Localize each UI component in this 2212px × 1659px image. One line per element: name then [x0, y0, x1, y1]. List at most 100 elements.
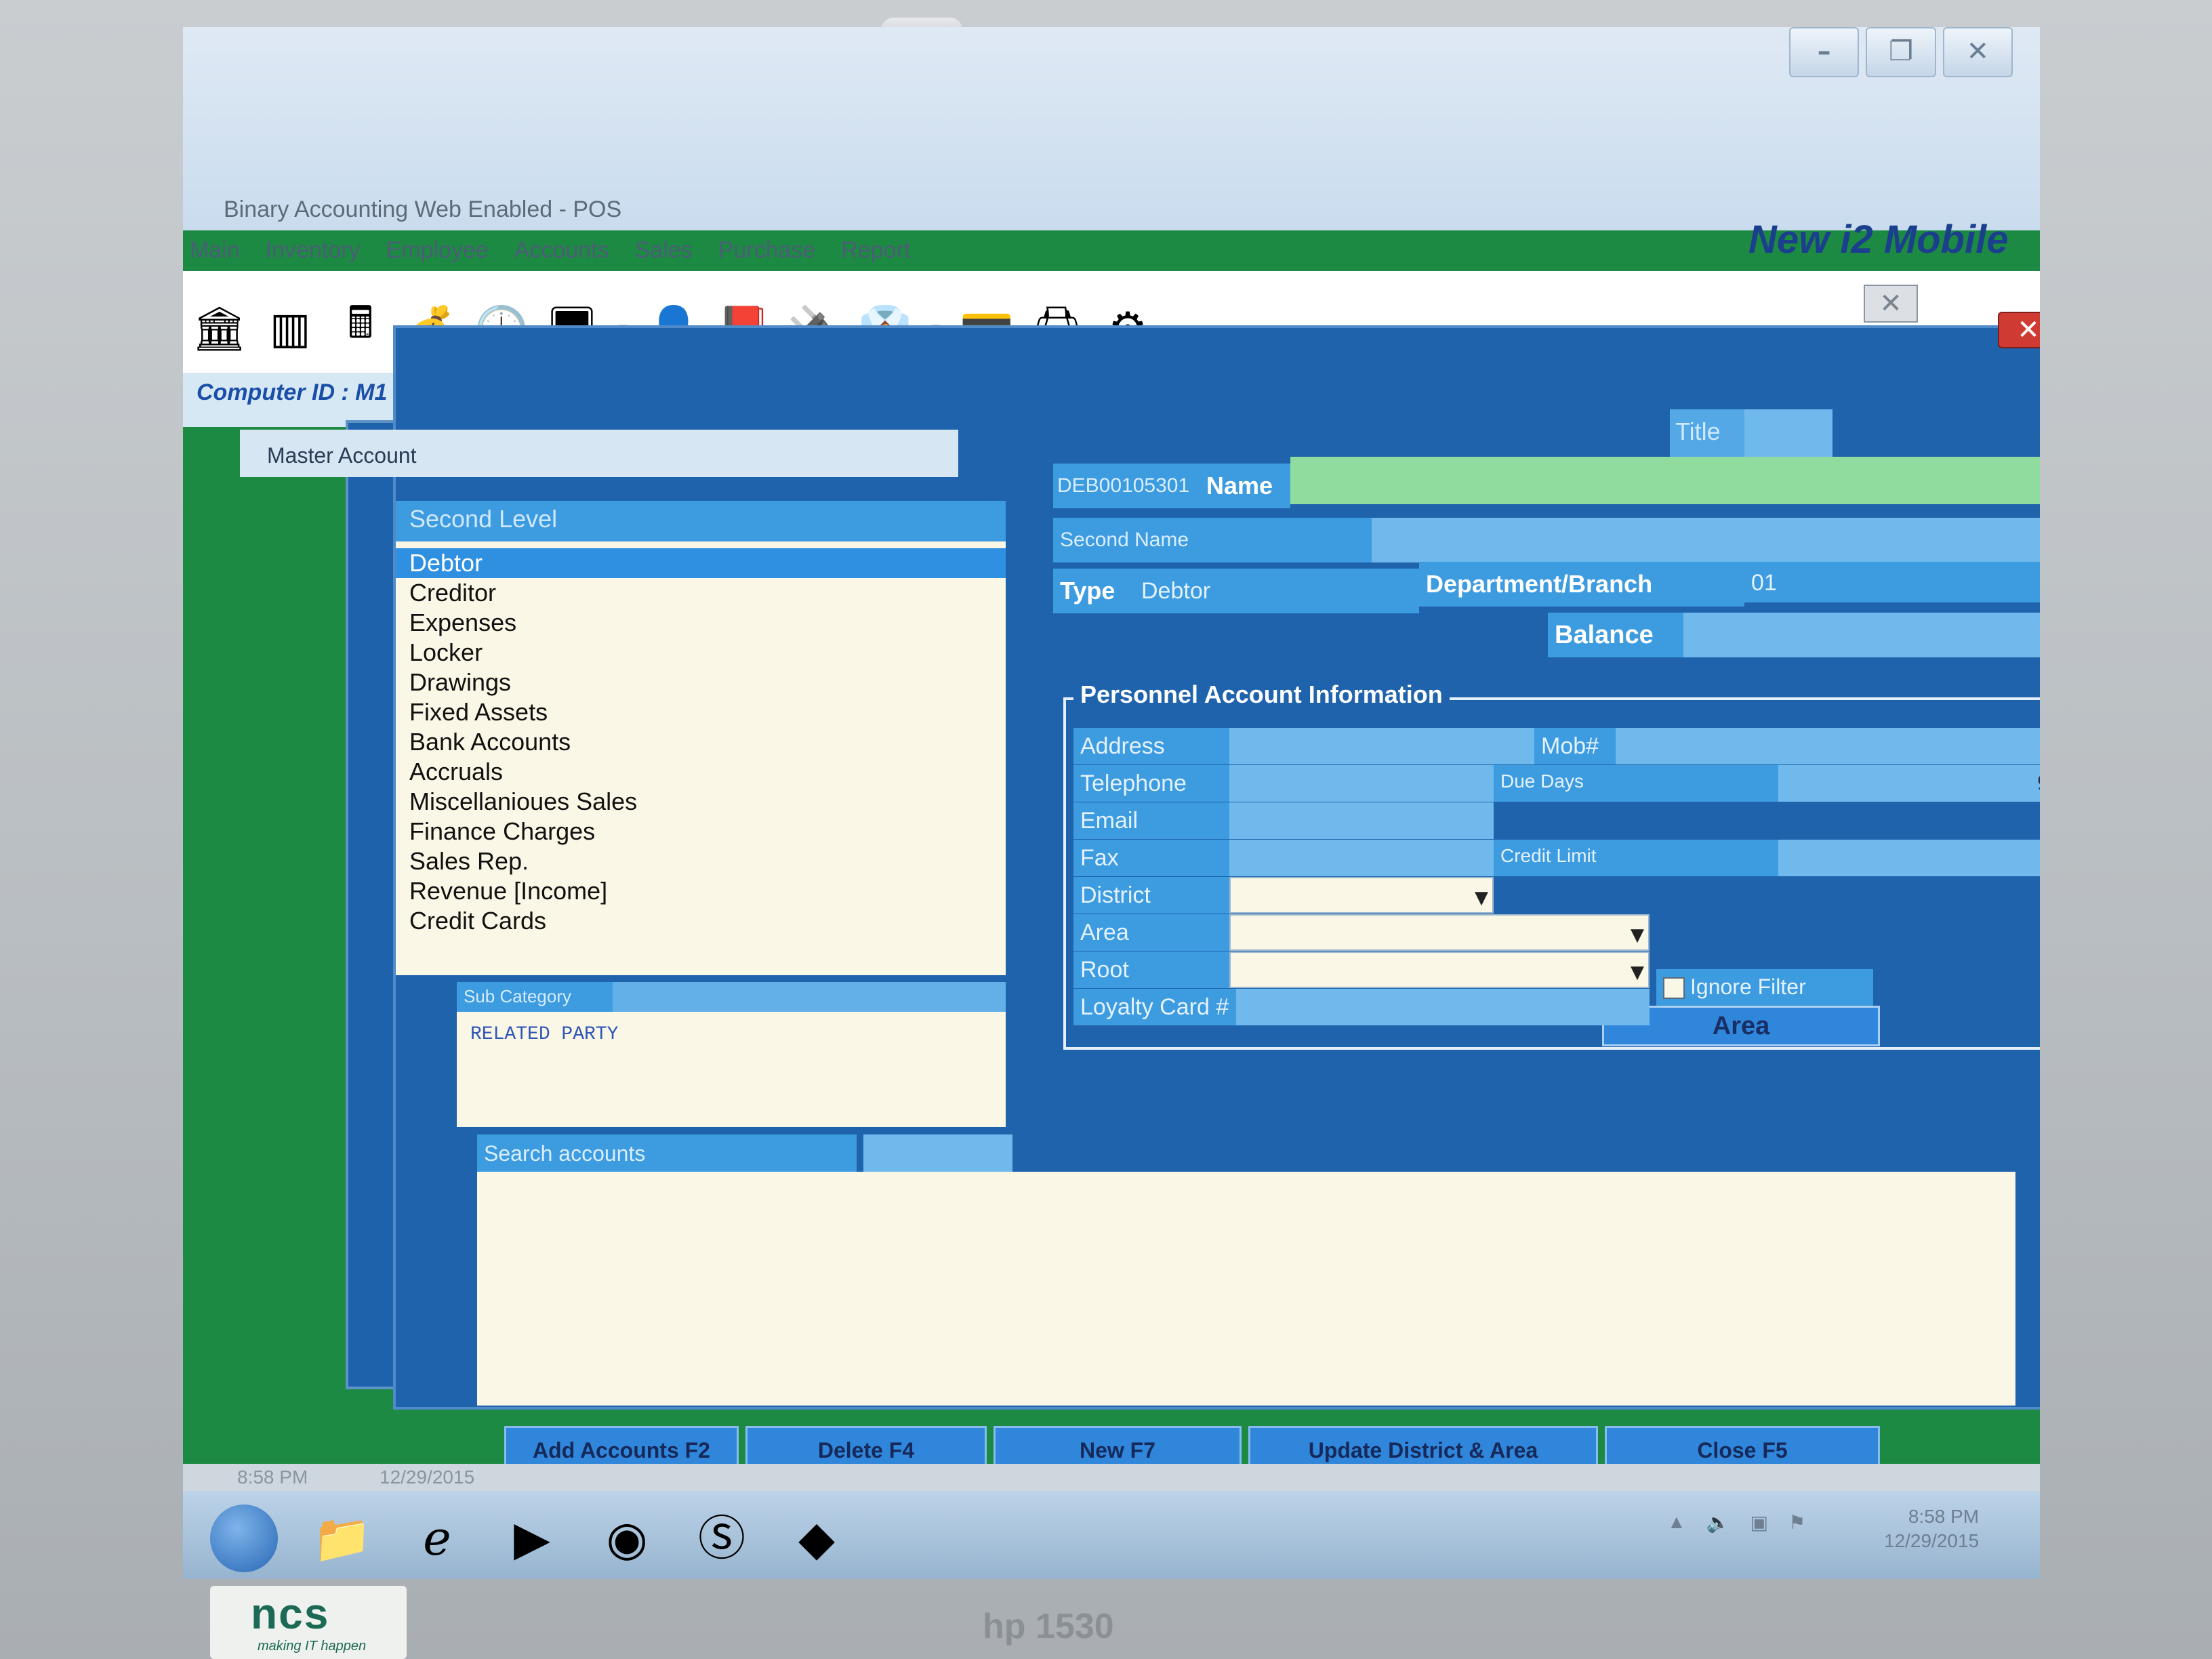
chevron-up-icon[interactable]: ▲: [1667, 1511, 1686, 1534]
search-input[interactable]: [863, 1134, 1012, 1172]
area-label: Area: [1073, 914, 1229, 951]
department-branch-field[interactable]: 01: [1744, 562, 2040, 602]
department-branch-label: Department/Branch: [1419, 562, 1744, 607]
root-label: Root: [1073, 951, 1229, 988]
list-item[interactable]: Expenses: [396, 608, 1006, 638]
telephone-field[interactable]: [1229, 765, 1494, 802]
area-dropdown[interactable]: ▼: [1229, 914, 1650, 951]
ignore-filter-label: Ignore Filter: [1656, 969, 1873, 1006]
district-label: District: [1073, 877, 1229, 914]
windows-start-icon[interactable]: [210, 1504, 278, 1572]
app-window: – ❐ ✕ Binary Accounting Web Enabled - PO…: [183, 27, 2040, 1479]
list-item[interactable]: Fixed Assets: [396, 697, 1006, 727]
folder-icon[interactable]: 📁: [305, 1504, 380, 1572]
accounts-results-area[interactable]: [477, 1172, 2015, 1406]
window-controls: – ❐ ✕: [1789, 27, 2013, 88]
monitor-bezel: hp – ❐ ✕ Binary Accounting Web Enabled -…: [0, 0, 2212, 1659]
list-item[interactable]: Revenue [Income]: [396, 876, 1006, 906]
root-dropdown[interactable]: ▼: [1229, 951, 1650, 988]
chevron-down-icon: ▼: [1475, 888, 1488, 908]
list-item[interactable]: Miscellanioues Sales: [396, 787, 1006, 817]
account-code: DEB00105301: [1053, 464, 1202, 508]
telephone-label: Telephone: [1073, 765, 1229, 802]
type-label: Type: [1053, 569, 1134, 613]
screen: – ❐ ✕ Binary Accounting Web Enabled - PO…: [183, 27, 2040, 1579]
binary-accounting-icon[interactable]: ◆: [779, 1504, 854, 1572]
tray-date: 12/29/2015: [1884, 1530, 1980, 1551]
ignore-filter-checkbox[interactable]: [1663, 977, 1685, 999]
restore-button[interactable]: ❐: [1866, 27, 1936, 77]
dialog-title: Master Account: [267, 443, 417, 468]
second-name-field[interactable]: [1372, 518, 2040, 562]
balance-label: Balance: [1548, 613, 1683, 657]
list-item[interactable]: Finance Charges: [396, 817, 1006, 846]
barcode-icon[interactable]: ▥: [260, 295, 320, 363]
taskbar: 📁 ℯ ▶ ◉ Ⓢ ◆ ▲ 🔈 ▣ ⚑ 8:58 PM 12/29/2015: [183, 1491, 2040, 1579]
media-player-icon[interactable]: ▶: [495, 1504, 569, 1572]
system-tray: ▲ 🔈 ▣ ⚑: [1667, 1511, 1805, 1534]
balance-field: [1683, 613, 2040, 657]
list-item[interactable]: Credit Cards: [396, 906, 1006, 936]
list-item[interactable]: Creditor: [396, 578, 1006, 608]
credit-limit-field[interactable]: [1778, 840, 2040, 876]
mob-field[interactable]: [1616, 728, 2040, 764]
brand-banner: New i2 Mobile: [1748, 218, 2009, 262]
dialog-close-button[interactable]: ✕: [1998, 312, 2040, 348]
loyalty-card-field[interactable]: [1236, 989, 1650, 1025]
sub-category-field[interactable]: [613, 982, 1006, 1012]
background-dialog-close-icon[interactable]: ✕: [1864, 285, 1918, 323]
chevron-down-icon: ▼: [1631, 962, 1644, 983]
close-window-button[interactable]: ✕: [1942, 27, 2013, 77]
second-level-list: Debtor Creditor Expenses Locker Drawings…: [396, 541, 1006, 975]
status-bar: 8:58 PM 12/29/2015: [183, 1464, 2040, 1491]
status-date: 12/29/2015: [380, 1467, 475, 1488]
network-icon[interactable]: ▣: [1750, 1511, 1768, 1534]
second-level-header: Second Level: [396, 501, 1006, 541]
cash-register-icon[interactable]: 🖩: [331, 295, 390, 363]
list-item[interactable]: Accruals: [396, 757, 1006, 787]
ncs-sticker: ncs making IT happen: [210, 1586, 407, 1659]
loyalty-card-label: Loyalty Card #: [1073, 989, 1236, 1025]
email-label: Email: [1073, 802, 1229, 839]
internet-explorer-icon[interactable]: ℯ: [400, 1504, 474, 1572]
fax-field[interactable]: [1229, 840, 1494, 876]
personnel-info-legend: Personnel Account Information: [1073, 680, 1450, 709]
due-days-field[interactable]: 90: [1778, 765, 2040, 802]
status-time: 8:58 PM: [237, 1467, 308, 1488]
skype-icon[interactable]: Ⓢ: [684, 1504, 759, 1572]
list-item[interactable]: Sales Rep.: [396, 846, 1006, 876]
mob-label: Mob#: [1534, 728, 1616, 764]
name-field[interactable]: [1290, 457, 2040, 504]
title-label: Title: [1670, 409, 1744, 457]
app-title: Binary Accounting Web Enabled - POS: [224, 197, 622, 222]
district-dropdown[interactable]: ▼: [1229, 877, 1494, 914]
email-field[interactable]: [1229, 802, 1494, 839]
type-value: Debtor: [1134, 569, 1419, 613]
credit-limit-label: Credit Limit: [1494, 840, 1778, 876]
computer-id: Computer ID : M1: [197, 380, 388, 405]
address-label: Address: [1073, 728, 1229, 764]
app-titlebar: – ❐ ✕ Binary Accounting Web Enabled - PO…: [183, 27, 2040, 262]
tray-clock[interactable]: 8:58 PM 12/29/2015: [1884, 1504, 1979, 1553]
bank-icon[interactable]: 🏛: [190, 295, 249, 363]
sub-category-list[interactable]: RELATED PARTY: [457, 1012, 1006, 1127]
name-label: Name: [1202, 464, 1290, 508]
second-name-label: Second Name: [1053, 518, 1372, 562]
due-days-label: Due Days: [1494, 765, 1778, 802]
title-field[interactable]: [1744, 409, 1832, 457]
list-item[interactable]: Drawings: [396, 668, 1006, 697]
minimize-button[interactable]: –: [1789, 27, 1860, 77]
address-field[interactable]: [1229, 728, 1534, 764]
flag-icon[interactable]: ⚑: [1788, 1511, 1805, 1534]
list-item-debtor[interactable]: Debtor: [396, 548, 1006, 578]
tray-time: 8:58 PM: [1908, 1506, 1980, 1527]
sub-category-label: Sub Category: [457, 982, 613, 1012]
list-item[interactable]: Bank Accounts: [396, 727, 1006, 757]
chevron-down-icon: ▼: [1631, 925, 1644, 945]
fax-label: Fax: [1073, 840, 1229, 876]
ncs-logo: ncs: [251, 1589, 330, 1638]
speaker-icon[interactable]: 🔈: [1706, 1511, 1730, 1534]
chrome-icon[interactable]: ◉: [590, 1504, 664, 1572]
master-account-dialog: Master Account ✕ Second Level Debtor Cre…: [240, 312, 2040, 1479]
list-item[interactable]: Locker: [396, 638, 1006, 668]
